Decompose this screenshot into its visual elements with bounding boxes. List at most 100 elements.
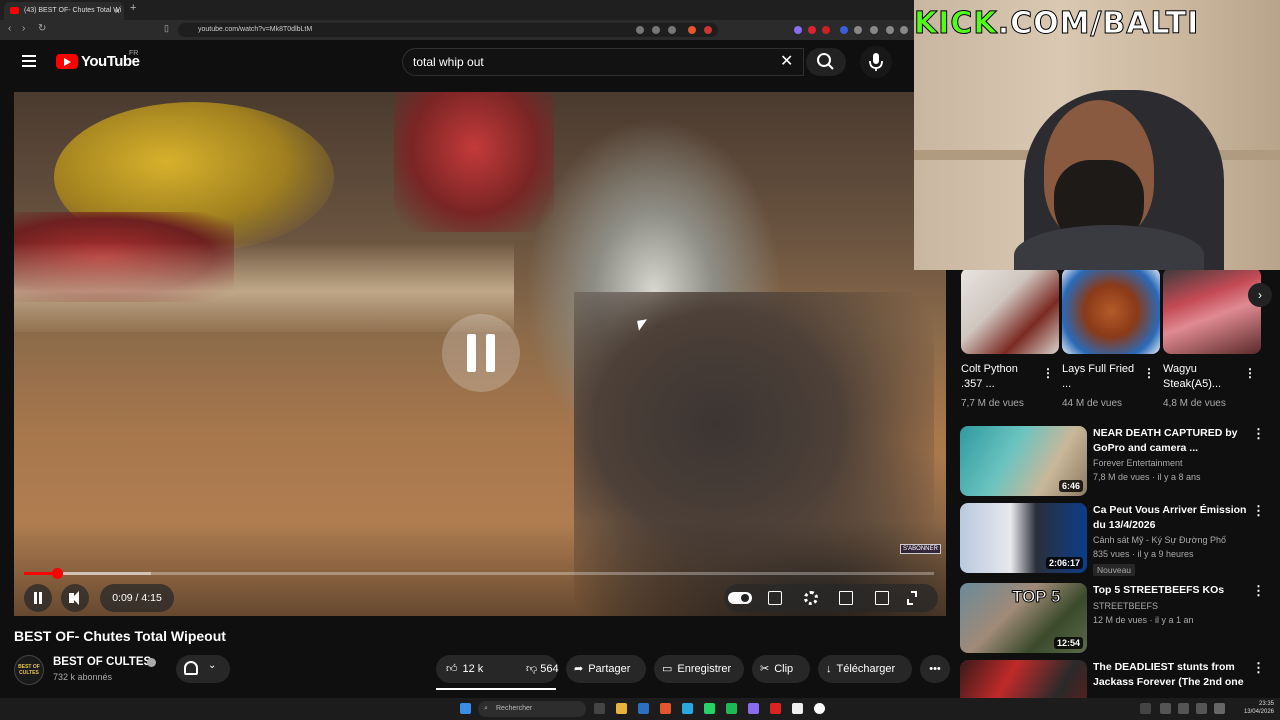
download-button[interactable]: ↓ Télécharger (818, 655, 912, 683)
video-title: BEST OF- Chutes Total Wipeout (14, 628, 226, 644)
extension-red-icon[interactable] (808, 26, 816, 34)
short-title[interactable]: Colt Python .357 ... (961, 362, 1039, 392)
extension-blue-icon[interactable] (840, 26, 848, 34)
extension-icon[interactable] (636, 26, 644, 34)
video-thumbnail[interactable]: TOP 5 12:54 (960, 583, 1087, 653)
settings-gear-icon[interactable] (804, 591, 818, 605)
video-title[interactable]: Top 5 STREETBEEFS KOs (1093, 583, 1253, 598)
more-options-icon[interactable]: ⋮ (1252, 660, 1265, 676)
channel-avatar[interactable]: BEST OF CULTES (14, 655, 44, 685)
short-title[interactable]: Lays Full Fried ... (1062, 362, 1140, 392)
wifi-icon[interactable] (1214, 703, 1225, 714)
more-options-icon[interactable]: ⋮ (1252, 583, 1265, 599)
windows-taskbar: ⌕ Rechercher 23:35 13/04/2026 (0, 698, 1280, 720)
new-tab-icon[interactable]: + (130, 2, 136, 14)
short-more-icon[interactable]: ⋮ (1244, 366, 1256, 380)
recommended-video[interactable]: The DEADLIEST stunts from Jackass Foreve… (960, 660, 1276, 698)
progress-bar[interactable] (24, 568, 934, 579)
app-red-icon[interactable] (770, 703, 781, 714)
progress-scrubber[interactable] (51, 568, 63, 579)
short-thumbnail[interactable] (1163, 268, 1261, 354)
dislike-button[interactable]: 👎︎ 564 (526, 655, 559, 683)
reload-icon[interactable]: ↻ (38, 23, 46, 34)
back-arrow-icon[interactable]: ‹ (8, 23, 11, 34)
thumbnail-text: TOP 5 (1012, 587, 1062, 607)
country-code: FR (129, 50, 139, 57)
short-more-icon[interactable]: ⋮ (1143, 366, 1155, 380)
autoplay-toggle-icon[interactable] (728, 592, 752, 604)
recommended-video[interactable]: 6:46 NEAR DEATH CAPTURED by GoPro and ca… (960, 426, 1276, 498)
windows-start-icon[interactable] (460, 703, 471, 714)
brave-shield-icon[interactable] (688, 26, 696, 34)
video-channel[interactable]: Forever Entertainment (1093, 458, 1183, 468)
extension-gray2-icon[interactable] (870, 26, 878, 34)
brave-rewards-icon[interactable] (704, 26, 712, 34)
pause-button[interactable] (24, 584, 52, 612)
tray-chevron-icon[interactable] (1140, 703, 1151, 714)
store-icon[interactable] (638, 703, 649, 714)
spotify-icon[interactable] (726, 703, 737, 714)
task-view-icon[interactable] (594, 703, 605, 714)
fullscreen-icon[interactable] (911, 591, 917, 597)
extension-purple-icon[interactable] (794, 26, 802, 34)
notion-icon[interactable] (792, 703, 803, 714)
video-title[interactable]: The DEADLIEST stunts from Jackass Foreve… (1093, 660, 1253, 698)
youtube-logo-icon[interactable] (56, 54, 78, 69)
short-thumbnail[interactable] (961, 268, 1059, 354)
extension-gray3-icon[interactable] (886, 26, 894, 34)
theater-mode-icon[interactable] (839, 591, 853, 605)
share-button[interactable]: ➦ Partager (566, 655, 646, 683)
channel-name[interactable]: BEST OF CULTES (53, 656, 151, 668)
brave-browser-icon[interactable] (660, 703, 671, 714)
video-thumbnail[interactable]: 6:46 (960, 426, 1087, 496)
profile-icon[interactable] (900, 26, 908, 34)
zoom-icon[interactable] (652, 26, 660, 34)
share-icon[interactable] (668, 26, 676, 34)
video-thumbnail[interactable]: 2:06:17 (960, 503, 1087, 573)
recommended-video[interactable]: 2:06:17 Ca Peut Vous Arriver Émission du… (960, 503, 1276, 576)
file-explorer-icon[interactable] (616, 703, 627, 714)
short-more-icon[interactable]: ⋮ (1042, 366, 1054, 380)
video-thumbnail[interactable] (960, 660, 1087, 698)
more-actions-button[interactable]: ••• (920, 655, 950, 683)
voice-search-button[interactable] (860, 46, 892, 78)
video-channel[interactable]: Cảnh sát Mỹ - Ký Sự Đường Phố (1093, 535, 1226, 545)
more-options-icon[interactable]: ⋮ (1252, 426, 1265, 442)
taskbar-search[interactable]: ⌕ Rechercher (478, 701, 586, 717)
taskbar-clock[interactable]: 23:35 13/04/2026 (1238, 700, 1274, 716)
app-purple-icon[interactable] (748, 703, 759, 714)
big-pause-icon[interactable] (442, 314, 520, 392)
save-button[interactable]: ▭ Enregistrer (654, 655, 744, 683)
search-button[interactable] (806, 48, 846, 76)
tab-close-icon[interactable]: × (115, 2, 120, 20)
cast-icon[interactable] (875, 591, 889, 605)
more-options-icon[interactable]: ⋮ (1252, 503, 1265, 519)
extension-gray-icon[interactable] (854, 26, 862, 34)
short-views: 4,8 M de vues (1163, 398, 1226, 409)
browser-tab[interactable]: (43) BEST OF- Chutes Total Wi × (4, 2, 124, 20)
clear-search-icon[interactable]: ✕ (780, 51, 793, 71)
recommended-video[interactable]: TOP 5 12:54 Top 5 STREETBEEFS KOs STREET… (960, 583, 1276, 655)
tray-app2-icon[interactable] (1178, 703, 1189, 714)
volume-icon[interactable] (61, 584, 89, 612)
menu-icon[interactable] (22, 55, 36, 67)
obs-icon[interactable] (814, 703, 825, 714)
video-title[interactable]: NEAR DEATH CAPTURED by GoPro and camera … (1093, 426, 1253, 456)
subscribe-watermark[interactable]: S'ABONNER (900, 544, 941, 554)
forward-arrow-icon[interactable]: › (22, 23, 25, 34)
edge-icon[interactable] (682, 703, 693, 714)
whatsapp-icon[interactable] (704, 703, 715, 714)
short-thumbnail[interactable] (1062, 268, 1160, 354)
video-channel[interactable]: STREETBEEFS (1093, 601, 1158, 611)
search-input[interactable]: total whip out (402, 48, 804, 76)
tray-app3-icon[interactable] (1196, 703, 1207, 714)
short-title[interactable]: Wagyu Steak(A5)... (1163, 362, 1241, 392)
video-player[interactable]: S'ABONNER 0:09 / 4:15 (14, 92, 946, 616)
subtitles-icon[interactable] (768, 591, 782, 605)
video-title[interactable]: Ca Peut Vous Arriver Émission du 13/4/20… (1093, 503, 1253, 533)
chevron-right-icon[interactable]: › (1248, 283, 1272, 307)
extension-badge-icon[interactable] (822, 26, 830, 34)
bookmark-icon[interactable]: ▯ (164, 23, 169, 34)
tray-app-icon[interactable] (1160, 703, 1171, 714)
clip-button[interactable]: ✂ Clip (752, 655, 810, 683)
